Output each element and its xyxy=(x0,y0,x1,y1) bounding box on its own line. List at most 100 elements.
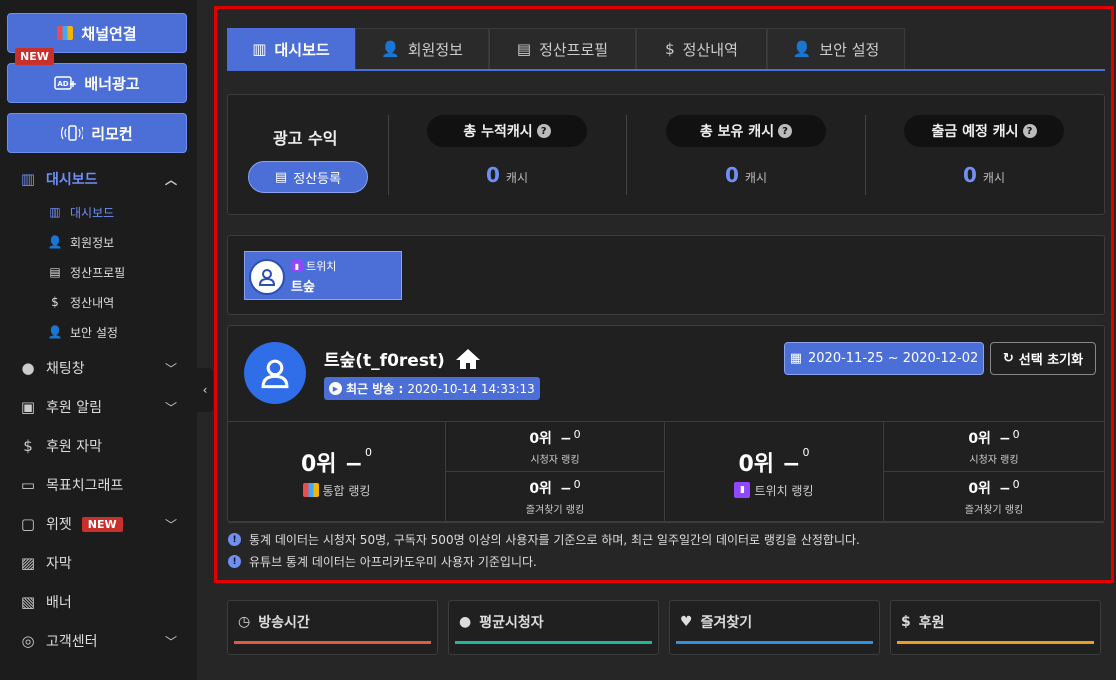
user-edit-icon: 👤 xyxy=(47,235,63,249)
headset-icon: ◎ xyxy=(21,632,35,650)
help-icon[interactable]: ? xyxy=(778,124,793,138)
sidebar-collapse-button[interactable]: ‹ xyxy=(197,368,213,412)
channel-detail-panel: 트숲(t_f0rest) ▶ 최근 방송 : 2020-10-14 14:33:… xyxy=(227,325,1105,523)
tab-settlement-history[interactable]: $ 정산내역 xyxy=(636,28,767,69)
favorite-ranking-cell: 0위 −0 즐겨찾기 랭킹 xyxy=(884,472,1104,523)
chart-icon: ▥ xyxy=(20,170,36,188)
menu-widget[interactable]: ▢ 위젯 NEW ﹀ xyxy=(0,507,197,541)
tab-member-info[interactable]: 👤 회원정보 xyxy=(355,28,489,69)
stat-bar xyxy=(234,641,431,644)
play-icon: ▶ xyxy=(329,382,342,395)
channel-platform: ▮ 트위치 xyxy=(291,258,336,274)
last-broadcast: ▶ 최근 방송 : 2020-10-14 14:33:13 xyxy=(324,377,540,400)
banner-ad-button[interactable]: AD 배너광고 xyxy=(7,63,187,103)
sub-item-security[interactable]: 👤 보안 설정 xyxy=(46,320,118,344)
menu-caption[interactable]: ▨ 자막 xyxy=(0,546,197,580)
date-range-button[interactable]: ▦ 2020-11-25 ~ 2020-12-02 xyxy=(784,342,984,375)
scheduled-withdrawal-cash-value: 0 캐시 xyxy=(962,163,1005,187)
home-icon[interactable] xyxy=(455,348,481,370)
total-held-cash-value: 0 캐시 xyxy=(724,163,767,187)
menu-banner[interactable]: ▧ 배너 xyxy=(0,585,197,619)
battery-icon: ▭ xyxy=(20,476,36,494)
widget-icon: ▢ xyxy=(20,515,36,533)
total-held-cash-label: 총 보유 캐시? xyxy=(666,115,826,147)
sub-item-settlement-history[interactable]: $ 정산내역 xyxy=(46,290,114,314)
ad-icon: AD xyxy=(54,76,77,90)
info-icon: ! xyxy=(228,555,241,568)
chevron-down-icon: ﹀ xyxy=(164,400,177,415)
payout-icon: $ xyxy=(51,295,59,309)
tab-bar: ▥ 대시보드 👤 회원정보 ▤ 정산프로필 $ 정산내역 👤 보안 설정 xyxy=(227,28,1105,71)
stat-bar xyxy=(455,641,652,644)
stat-card-donation[interactable]: $ 후원 xyxy=(890,600,1101,655)
channel-connect-button[interactable]: 채널연결 xyxy=(7,13,187,53)
user-icon xyxy=(258,269,276,286)
reset-selection-button[interactable]: ↻ 선택 초기화 xyxy=(990,342,1096,375)
chevron-up-icon: ︿ xyxy=(164,172,177,187)
revenue-panel: 광고 수익 ▤ 정산등록 총 누적캐시? 0 캐시 총 보유 캐시? 0 캐시 출금 … xyxy=(227,94,1105,215)
refresh-icon: ↻ xyxy=(1002,351,1014,366)
svg-text:AD: AD xyxy=(58,80,69,88)
scheduled-withdrawal-cash-label: 출금 예정 캐시? xyxy=(904,115,1064,147)
menu-chat[interactable]: ● 채팅창 ﹀ xyxy=(0,351,197,385)
viewer-ranking-cell: 0위 −0 시청자 랭킹 xyxy=(446,422,665,472)
id-card-icon: ▤ xyxy=(516,40,532,58)
chevron-down-icon: ﹀ xyxy=(164,517,177,532)
stat-bar xyxy=(897,641,1094,644)
chevron-down-icon: ﹀ xyxy=(164,361,177,376)
stat-card-avg-viewers[interactable]: ● 평균시청자 xyxy=(448,600,659,655)
user-shield-icon: 👤 xyxy=(47,325,63,339)
heart-icon: ♥ xyxy=(680,614,693,630)
sub-item-member-info[interactable]: 👤 회원정보 xyxy=(46,230,115,254)
settlement-register-button[interactable]: ▤ 정산등록 xyxy=(248,161,368,193)
ranking-grid: 0위 −0 통합 랭킹 0위 −0 시청자 랭킹 0위 −0 즐겨찾기 랭킹 0위 −0… xyxy=(228,421,1104,523)
multi-platform-icon xyxy=(57,26,74,40)
user-shield-icon: 👤 xyxy=(792,40,812,58)
divider xyxy=(626,115,627,195)
sub-item-settlement-profile[interactable]: ▤ 정산프로필 xyxy=(46,260,125,284)
info-icon: ! xyxy=(228,533,241,546)
divider xyxy=(865,115,866,195)
id-card-icon: ▤ xyxy=(274,169,288,185)
user-icon: ● xyxy=(459,614,472,630)
stat-card-favorites[interactable]: ♥ 즐겨찾기 xyxy=(669,600,880,655)
avatar xyxy=(249,259,285,295)
calendar-icon: ▦ xyxy=(789,351,803,366)
avatar xyxy=(244,342,306,404)
favorite-ranking-cell: 0위 −0 즐겨찾기 랭킹 xyxy=(446,472,665,523)
clock-icon: ◷ xyxy=(238,614,251,630)
image-icon: ▧ xyxy=(20,593,36,611)
tab-security[interactable]: 👤 보안 설정 xyxy=(767,28,905,69)
total-accumulated-cash-value: 0 캐시 xyxy=(485,163,528,187)
channel-card[interactable]: ▮ 트위치 트숲 xyxy=(244,251,402,300)
chart-icon: ▥ xyxy=(252,40,267,58)
channel-name: 트숲 xyxy=(291,280,315,295)
chevron-down-icon: ﹀ xyxy=(164,634,177,649)
channel-title: 트숲(t_f0rest) xyxy=(324,346,481,371)
twitch-icon: ▮ xyxy=(734,482,751,498)
menu-donation-alert[interactable]: ▣ 후원 알림 ﹀ xyxy=(0,390,197,424)
stat-card-broadcast-time[interactable]: ◷ 방송시간 xyxy=(227,600,438,655)
chevron-left-icon: ‹ xyxy=(202,383,208,397)
help-icon[interactable]: ? xyxy=(1022,124,1037,138)
gift-icon: ▣ xyxy=(20,398,36,416)
menu-dashboard[interactable]: ▥ 대시보드 ︿ xyxy=(0,162,197,196)
tab-dashboard[interactable]: ▥ 대시보드 xyxy=(227,28,355,69)
remote-button[interactable]: 리모컨 xyxy=(7,113,187,153)
help-icon[interactable]: ? xyxy=(536,124,551,138)
chart-icon: ▥ xyxy=(49,205,61,219)
user-edit-icon: 👤 xyxy=(381,40,400,58)
tab-settlement-profile[interactable]: ▤ 정산프로필 xyxy=(489,28,636,69)
image-text-icon: ▨ xyxy=(20,554,36,572)
stat-bar xyxy=(676,641,873,644)
new-badge: NEW xyxy=(81,516,123,532)
menu-goal-graph[interactable]: ▭ 목표치그래프 xyxy=(0,468,197,502)
revenue-title: 광고 수익 xyxy=(273,129,338,148)
twitch-ranking-cell: 0위 −0 ▮ 트위치 랭킹 xyxy=(665,422,884,523)
user-icon xyxy=(261,359,289,389)
total-accumulated-cash-label: 총 누적캐시? xyxy=(427,115,587,147)
menu-customer-center[interactable]: ◎ 고객센터 ﹀ xyxy=(0,624,197,658)
menu-donation-caption[interactable]: $ 후원 자막 xyxy=(0,429,197,463)
id-card-icon: ▤ xyxy=(49,265,61,279)
sub-item-dashboard[interactable]: ▥ 대시보드 xyxy=(46,200,114,224)
